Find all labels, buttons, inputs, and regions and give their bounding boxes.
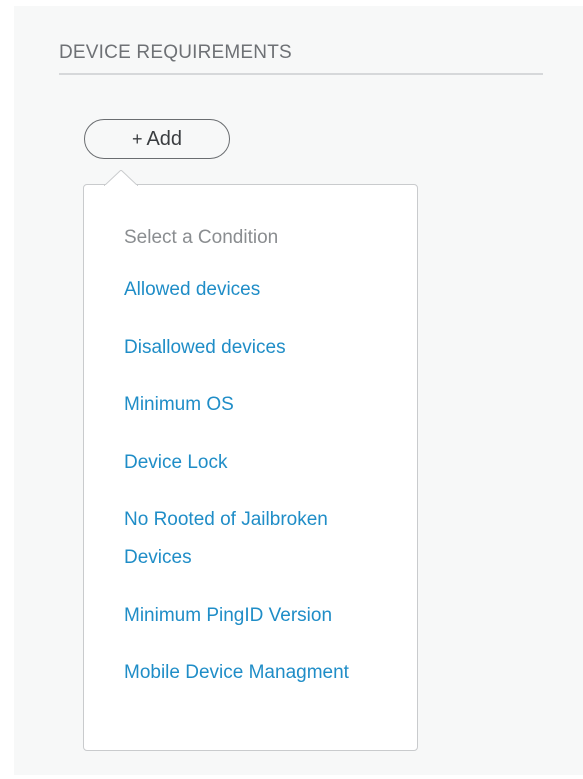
option-device-lock[interactable]: Device Lock xyxy=(124,444,384,482)
option-mobile-device-management[interactable]: Mobile Device Managment xyxy=(124,654,384,692)
dropdown-header: Select a Condition xyxy=(124,227,279,248)
option-minimum-pingid-version[interactable]: Minimum PingID Version xyxy=(124,597,384,635)
option-allowed-devices[interactable]: Allowed devices xyxy=(124,271,384,309)
condition-options-list: Allowed devices Disallowed devices Minim… xyxy=(124,271,384,712)
add-button-label: Add xyxy=(146,128,183,150)
device-requirements-panel: DEVICE REQUIREMENTS + Add Select a Condit… xyxy=(14,6,583,775)
option-minimum-os[interactable]: Minimum OS xyxy=(124,386,384,424)
add-condition-button[interactable]: + Add xyxy=(84,119,230,159)
section-title: DEVICE REQUIREMENTS xyxy=(59,42,292,63)
option-no-rooted-jailbroken-devices[interactable]: No Rooted of Jailbroken Devices xyxy=(124,501,384,577)
section-divider xyxy=(59,73,543,75)
condition-dropdown: Select a Condition Allowed devices Disal… xyxy=(83,184,418,751)
plus-icon: + xyxy=(131,129,143,149)
option-disallowed-devices[interactable]: Disallowed devices xyxy=(124,329,384,367)
